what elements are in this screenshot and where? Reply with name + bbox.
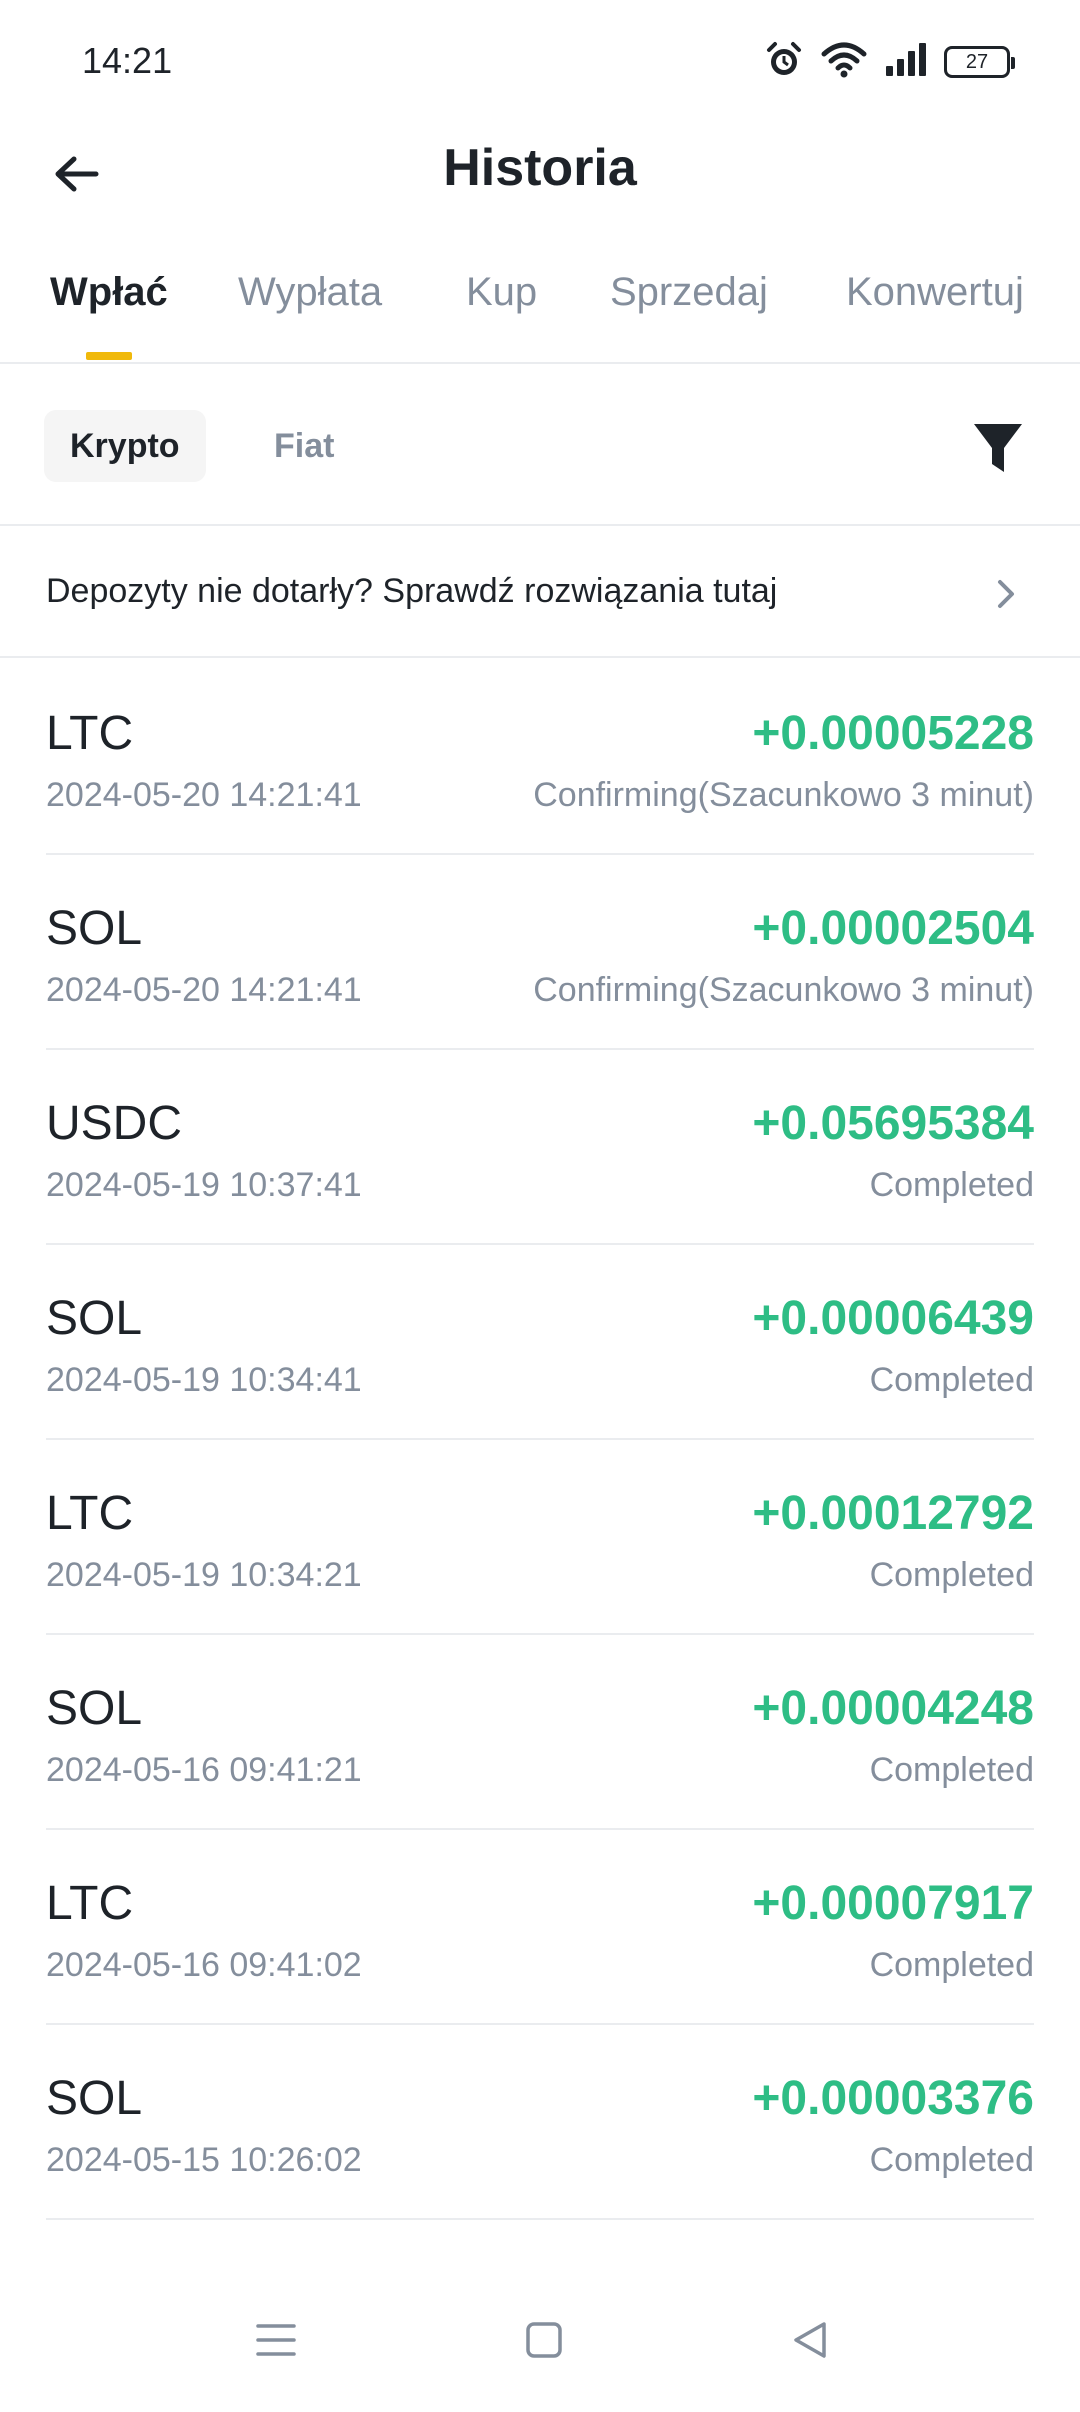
list-item[interactable]: SOL 2024-05-20 14:21:41 +0.00002504 Conf… (46, 855, 1034, 1050)
transaction-status: Completed (869, 1946, 1034, 1984)
list-item[interactable]: SOL 2024-05-15 10:26:02 +0.00003376 Comp… (46, 2025, 1034, 2220)
tab-sell[interactable]: Sprzedaj (610, 270, 768, 315)
home-icon (526, 2322, 562, 2358)
page: 14:21 27 Historia Wpłać Wypłata Kup Sprz… (0, 0, 1080, 2412)
transaction-status: Completed (869, 1751, 1034, 1789)
list-item[interactable]: SOL 2024-05-19 10:34:41 +0.00006439 Comp… (46, 1245, 1034, 1440)
list-item[interactable]: LTC 2024-05-16 09:41:02 +0.00007917 Comp… (46, 1830, 1034, 2025)
subtab-bar: Krypto Fiat (0, 366, 1080, 526)
deposit-help-banner[interactable]: Depozyty nie dotarły? Sprawdź rozwiązani… (0, 528, 1080, 658)
coin-symbol: SOL (46, 1682, 143, 1735)
coin-symbol: SOL (46, 1292, 143, 1345)
filter-button[interactable] (970, 418, 1026, 478)
list-item[interactable]: LTC 2024-05-19 10:34:21 +0.00012792 Comp… (46, 1440, 1034, 1635)
menu-button[interactable] (246, 2310, 306, 2370)
transaction-status: Confirming(Szacunkowo 3 minut) (533, 971, 1034, 1009)
tab-active-indicator (86, 352, 132, 360)
tab-withdraw[interactable]: Wypłata (238, 270, 382, 315)
tab-deposit[interactable]: Wpłać (50, 270, 168, 315)
status-icons: 27 (764, 40, 1015, 85)
coin-symbol: SOL (46, 902, 143, 955)
coin-symbol: LTC (46, 1487, 134, 1540)
status-time: 14:21 (82, 40, 173, 81)
home-button[interactable] (514, 2310, 574, 2370)
transaction-date: 2024-05-20 14:21:41 (46, 971, 362, 1009)
list-item[interactable]: LTC 2024-05-20 14:21:41 +0.00005228 Conf… (46, 660, 1034, 855)
transaction-date: 2024-05-20 14:21:41 (46, 776, 362, 814)
battery-icon: 27 (944, 46, 1015, 78)
coin-symbol: SOL (46, 2072, 143, 2125)
status-bar: 14:21 27 (0, 0, 1080, 124)
transaction-amount: +0.00006439 (752, 1292, 1034, 1345)
coin-symbol: USDC (46, 1097, 183, 1150)
transaction-date: 2024-05-19 10:37:41 (46, 1166, 362, 1204)
transaction-date: 2024-05-15 10:26:02 (46, 2141, 362, 2179)
alarm-icon (764, 40, 804, 85)
wifi-icon (820, 40, 868, 85)
subtab-crypto[interactable]: Krypto (44, 410, 206, 482)
transaction-status: Completed (869, 2141, 1034, 2179)
filter-icon (974, 424, 1022, 472)
transaction-date: 2024-05-16 09:41:21 (46, 1751, 362, 1789)
subtab-fiat[interactable]: Fiat (248, 410, 360, 482)
transaction-amount: +0.00012792 (752, 1487, 1034, 1540)
list-item[interactable]: SOL 2024-05-16 09:41:21 +0.00004248 Comp… (46, 1635, 1034, 1830)
transaction-status: Completed (869, 1361, 1034, 1399)
transaction-amount: +0.00004248 (752, 1682, 1034, 1735)
transaction-amount: +0.00002504 (752, 902, 1034, 955)
transaction-status: Completed (869, 1166, 1034, 1204)
signal-icon (884, 40, 928, 85)
chevron-right-icon (998, 580, 1014, 608)
transaction-list: LTC 2024-05-20 14:21:41 +0.00005228 Conf… (0, 660, 1080, 2220)
list-item[interactable]: USDC 2024-05-19 10:37:41 +0.05695384 Com… (46, 1050, 1034, 1245)
transaction-amount: +0.00003376 (752, 2072, 1034, 2125)
transaction-date: 2024-05-19 10:34:41 (46, 1361, 362, 1399)
transaction-status: Confirming(Szacunkowo 3 minut) (533, 776, 1034, 814)
tab-buy[interactable]: Kup (466, 270, 537, 315)
back-icon (794, 2322, 826, 2358)
transaction-date: 2024-05-19 10:34:21 (46, 1556, 362, 1594)
coin-symbol: LTC (46, 1877, 134, 1930)
page-title: Historia (443, 139, 637, 197)
header: Historia (0, 124, 1080, 234)
system-nav-bar (0, 2270, 1080, 2412)
transaction-status: Completed (869, 1556, 1034, 1594)
menu-icon (256, 2324, 296, 2356)
notice-text: Depozyty nie dotarły? Sprawdź rozwiązani… (46, 572, 778, 610)
transaction-amount: +0.05695384 (752, 1097, 1034, 1150)
back-nav-button[interactable] (780, 2310, 840, 2370)
tab-bar: Wpłać Wypłata Kup Sprzedaj Konwertuj (0, 234, 1080, 364)
coin-symbol: LTC (46, 707, 134, 760)
transaction-amount: +0.00007917 (752, 1877, 1034, 1930)
tab-convert[interactable]: Konwertuj (846, 270, 1024, 315)
transaction-date: 2024-05-16 09:41:02 (46, 1946, 362, 1984)
transaction-amount: +0.00005228 (752, 707, 1034, 760)
